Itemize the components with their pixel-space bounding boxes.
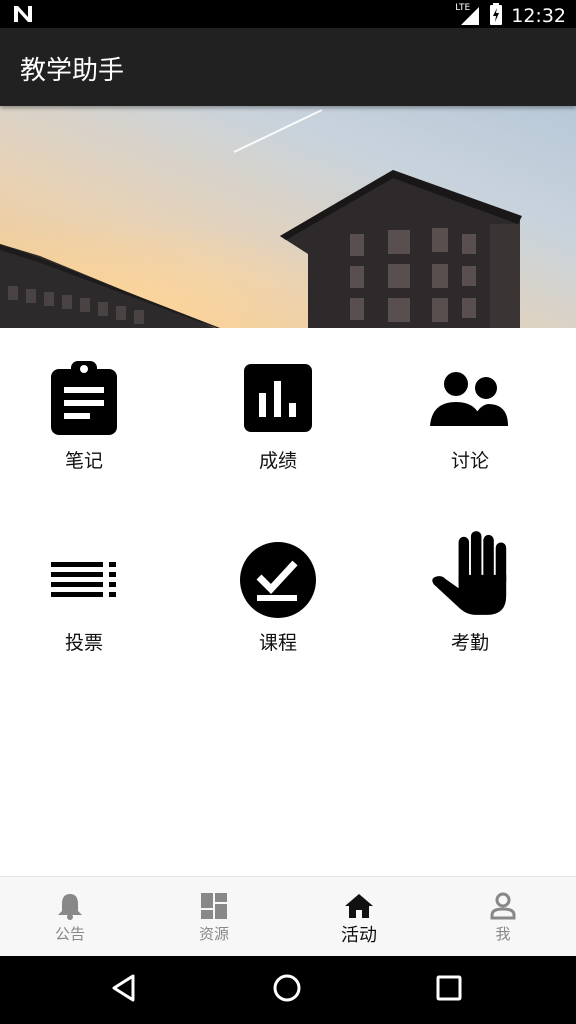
recents-square-icon xyxy=(436,975,462,1005)
status-bar: LTE 12:32 xyxy=(0,0,576,28)
nav-tab-activities[interactable]: 活动 xyxy=(287,877,431,957)
grid-item-notes[interactable]: 笔记 xyxy=(0,358,180,508)
clipboard-icon xyxy=(44,358,124,438)
people-icon xyxy=(430,358,510,438)
grid-item-label: 投票 xyxy=(64,632,103,654)
bottom-navigation: 公告 资源 活动 我 xyxy=(0,876,576,957)
nav-tab-announcements[interactable]: 公告 xyxy=(0,877,142,957)
battery-charging-icon xyxy=(489,3,503,29)
grid-item-grades[interactable]: 成绩 xyxy=(182,358,374,508)
feature-grid: 笔记 成绩 讨论 投票 课程 考勤 xyxy=(0,328,576,876)
nav-label: 活动 xyxy=(341,925,377,946)
grid-item-label: 笔记 xyxy=(64,450,103,472)
hand-icon xyxy=(430,531,510,620)
lte-signal-icon: LTE xyxy=(455,3,481,27)
system-navigation-bar xyxy=(0,956,576,1024)
recents-button[interactable] xyxy=(429,972,469,1008)
bell-icon xyxy=(57,891,83,921)
nav-label: 我 xyxy=(495,925,511,943)
grid-item-vote[interactable]: 投票 xyxy=(0,540,180,690)
grid-item-attendance[interactable]: 考勤 xyxy=(374,531,566,690)
back-button[interactable] xyxy=(104,972,144,1008)
grid-item-label: 考勤 xyxy=(450,632,489,654)
person-icon xyxy=(490,891,516,921)
list-icon xyxy=(44,540,124,620)
nav-tab-resources[interactable]: 资源 xyxy=(142,877,286,957)
grid-item-discussion[interactable]: 讨论 xyxy=(374,358,566,508)
dashboard-icon xyxy=(200,891,228,921)
nav-label: 公告 xyxy=(54,925,85,943)
banner-image xyxy=(0,106,576,328)
nav-tab-me[interactable]: 我 xyxy=(431,877,575,957)
grid-item-label: 讨论 xyxy=(450,450,489,472)
grid-item-course[interactable]: 课程 xyxy=(182,540,374,690)
back-triangle-icon xyxy=(111,974,137,1006)
home-button[interactable] xyxy=(267,972,307,1008)
grid-item-label: 成绩 xyxy=(258,450,297,472)
grid-item-label: 课程 xyxy=(258,632,297,654)
app-bar: 教学助手 xyxy=(0,28,576,106)
nav-label: 资源 xyxy=(198,925,229,943)
clock: 12:32 xyxy=(511,5,566,27)
bar-chart-icon xyxy=(238,358,318,438)
app-title: 教学助手 xyxy=(20,56,125,86)
notification-n-icon xyxy=(12,4,34,28)
home-icon xyxy=(344,891,374,921)
home-circle-icon xyxy=(273,974,301,1006)
check-circle-icon xyxy=(238,540,318,620)
